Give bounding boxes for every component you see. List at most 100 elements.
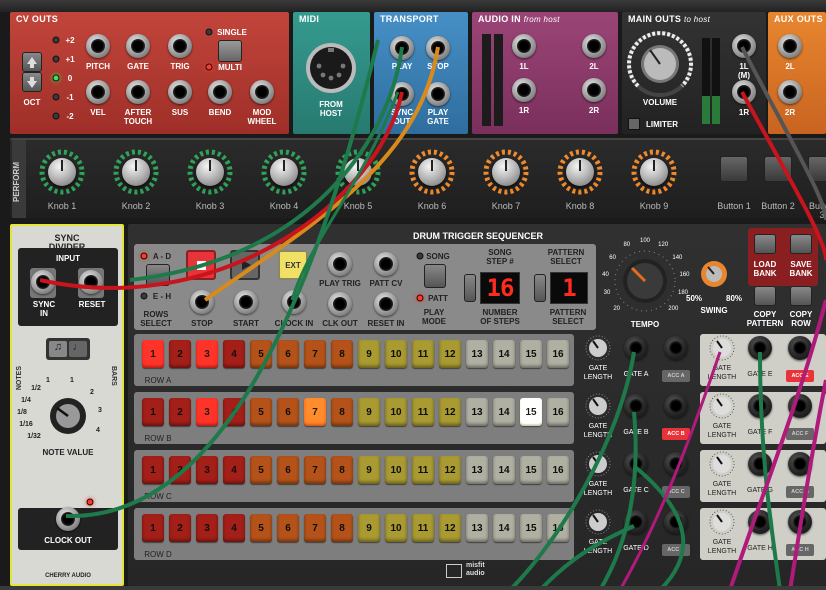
stop-jack[interactable] (190, 290, 214, 314)
step-button[interactable]: 14 (493, 514, 515, 542)
step-button[interactable]: 13 (466, 514, 488, 542)
perform-knob-2[interactable] (112, 148, 160, 196)
swing-knob[interactable] (698, 258, 730, 290)
acc-button[interactable]: ACC B (662, 428, 690, 440)
step-button[interactable]: 10 (385, 398, 407, 426)
step-button[interactable]: 4 (223, 340, 245, 368)
step-button[interactable]: 13 (466, 398, 488, 426)
step-button[interactable]: 4 (223, 514, 245, 542)
step-button[interactable]: 2 (169, 398, 191, 426)
acc-jack[interactable] (664, 510, 688, 534)
step-button[interactable]: 8 (331, 398, 353, 426)
start-jack[interactable] (234, 290, 258, 314)
step-button[interactable]: 9 (358, 514, 380, 542)
perform-knob-3[interactable] (186, 148, 234, 196)
step-button[interactable]: 9 (358, 340, 380, 368)
step-button[interactable]: 16 (547, 340, 569, 368)
acc-jack-right[interactable] (788, 394, 812, 418)
play-mode-button[interactable] (424, 264, 446, 288)
step-button[interactable]: 13 (466, 340, 488, 368)
step-button[interactable]: 5 (250, 514, 272, 542)
seq-jack-3[interactable] (374, 292, 398, 316)
step-button[interactable]: 15 (520, 340, 542, 368)
cv-jack-6[interactable] (208, 80, 232, 104)
step-button[interactable]: 7 (304, 456, 326, 484)
cv-jack-5[interactable] (168, 80, 192, 104)
clock-out-jack[interactable] (56, 507, 80, 531)
step-button[interactable]: 1 (142, 456, 164, 484)
volume-knob[interactable] (626, 30, 694, 98)
perform-button-2[interactable] (764, 156, 792, 182)
transport-jack-3[interactable] (426, 82, 450, 106)
step-button[interactable]: 4 (223, 398, 245, 426)
step-button[interactable]: 16 (547, 398, 569, 426)
perform-knob-6[interactable] (408, 148, 456, 196)
step-button[interactable]: 12 (439, 340, 461, 368)
main-out-jack-0[interactable] (732, 34, 756, 58)
step-button[interactable]: 15 (520, 398, 542, 426)
step-button[interactable]: 8 (331, 514, 353, 542)
step-button[interactable]: 16 (547, 514, 569, 542)
audio-in-jack-3[interactable] (582, 78, 606, 102)
perform-knob-8[interactable] (556, 148, 604, 196)
audio-in-jack-0[interactable] (512, 34, 536, 58)
gate-length-knob[interactable] (585, 335, 611, 361)
perform-knob-9[interactable] (630, 148, 678, 196)
step-button[interactable]: 11 (412, 398, 434, 426)
step-button[interactable]: 10 (385, 514, 407, 542)
step-button[interactable]: 11 (412, 514, 434, 542)
ext-clock-button[interactable]: EXT (278, 250, 308, 280)
acc-jack-right[interactable] (788, 336, 812, 360)
step-button[interactable]: 5 (250, 398, 272, 426)
stop-button[interactable] (186, 250, 216, 280)
transport-jack-2[interactable] (390, 82, 414, 106)
cv-jack-1[interactable] (126, 34, 150, 58)
acc-jack-right[interactable] (788, 510, 812, 534)
seq-jack-2[interactable] (374, 252, 398, 276)
gate-jack-right[interactable] (748, 452, 772, 476)
step-button[interactable]: 13 (466, 456, 488, 484)
step-button[interactable]: 3 (196, 514, 218, 542)
gate-length-knob[interactable] (585, 509, 611, 535)
load-bank-button[interactable] (754, 234, 776, 254)
perform-button-1[interactable] (720, 156, 748, 182)
step-button[interactable]: 3 (196, 398, 218, 426)
step-button[interactable]: 12 (439, 514, 461, 542)
acc-button-right[interactable]: ACC E (786, 370, 814, 382)
acc-button-right[interactable]: ACC H (786, 544, 814, 556)
step-button[interactable]: 5 (250, 340, 272, 368)
cv-jack-3[interactable] (86, 80, 110, 104)
copy-pattern-button[interactable] (754, 286, 776, 306)
perform-knob-5[interactable] (334, 148, 382, 196)
gate-jack-right[interactable] (748, 510, 772, 534)
reset-jack[interactable] (79, 270, 103, 294)
cv-jack-7[interactable] (250, 80, 274, 104)
perform-knob-4[interactable] (260, 148, 308, 196)
step-button[interactable]: 11 (412, 456, 434, 484)
acc-button-right[interactable]: ACC G (786, 486, 814, 498)
step-button[interactable]: 10 (385, 340, 407, 368)
step-button[interactable]: 2 (169, 456, 191, 484)
step-button[interactable]: 7 (304, 514, 326, 542)
pattern-stepper[interactable] (534, 274, 546, 302)
step-button[interactable]: 8 (331, 456, 353, 484)
acc-button-right[interactable]: ACC F (786, 428, 814, 440)
step-button[interactable]: 12 (439, 398, 461, 426)
step-button[interactable]: 5 (250, 456, 272, 484)
perform-knob-1[interactable] (38, 148, 86, 196)
step-button[interactable]: 14 (493, 456, 515, 484)
notes-bars-toggle[interactable]: ♫ ♩ (46, 338, 90, 360)
copy-row-button[interactable] (790, 286, 812, 306)
gate-length-knob[interactable] (585, 451, 611, 477)
gate-jack-right[interactable] (748, 336, 772, 360)
perform-knob-7[interactable] (482, 148, 530, 196)
note-value-knob[interactable] (48, 396, 88, 436)
cv-jack-2[interactable] (168, 34, 192, 58)
transport-jack-1[interactable] (426, 36, 450, 60)
acc-jack[interactable] (664, 394, 688, 418)
perform-button-3[interactable] (808, 156, 826, 182)
gate-jack[interactable] (624, 510, 648, 534)
step-button[interactable]: 16 (547, 456, 569, 484)
clock-in-jack[interactable] (282, 290, 306, 314)
step-button[interactable]: 6 (277, 456, 299, 484)
